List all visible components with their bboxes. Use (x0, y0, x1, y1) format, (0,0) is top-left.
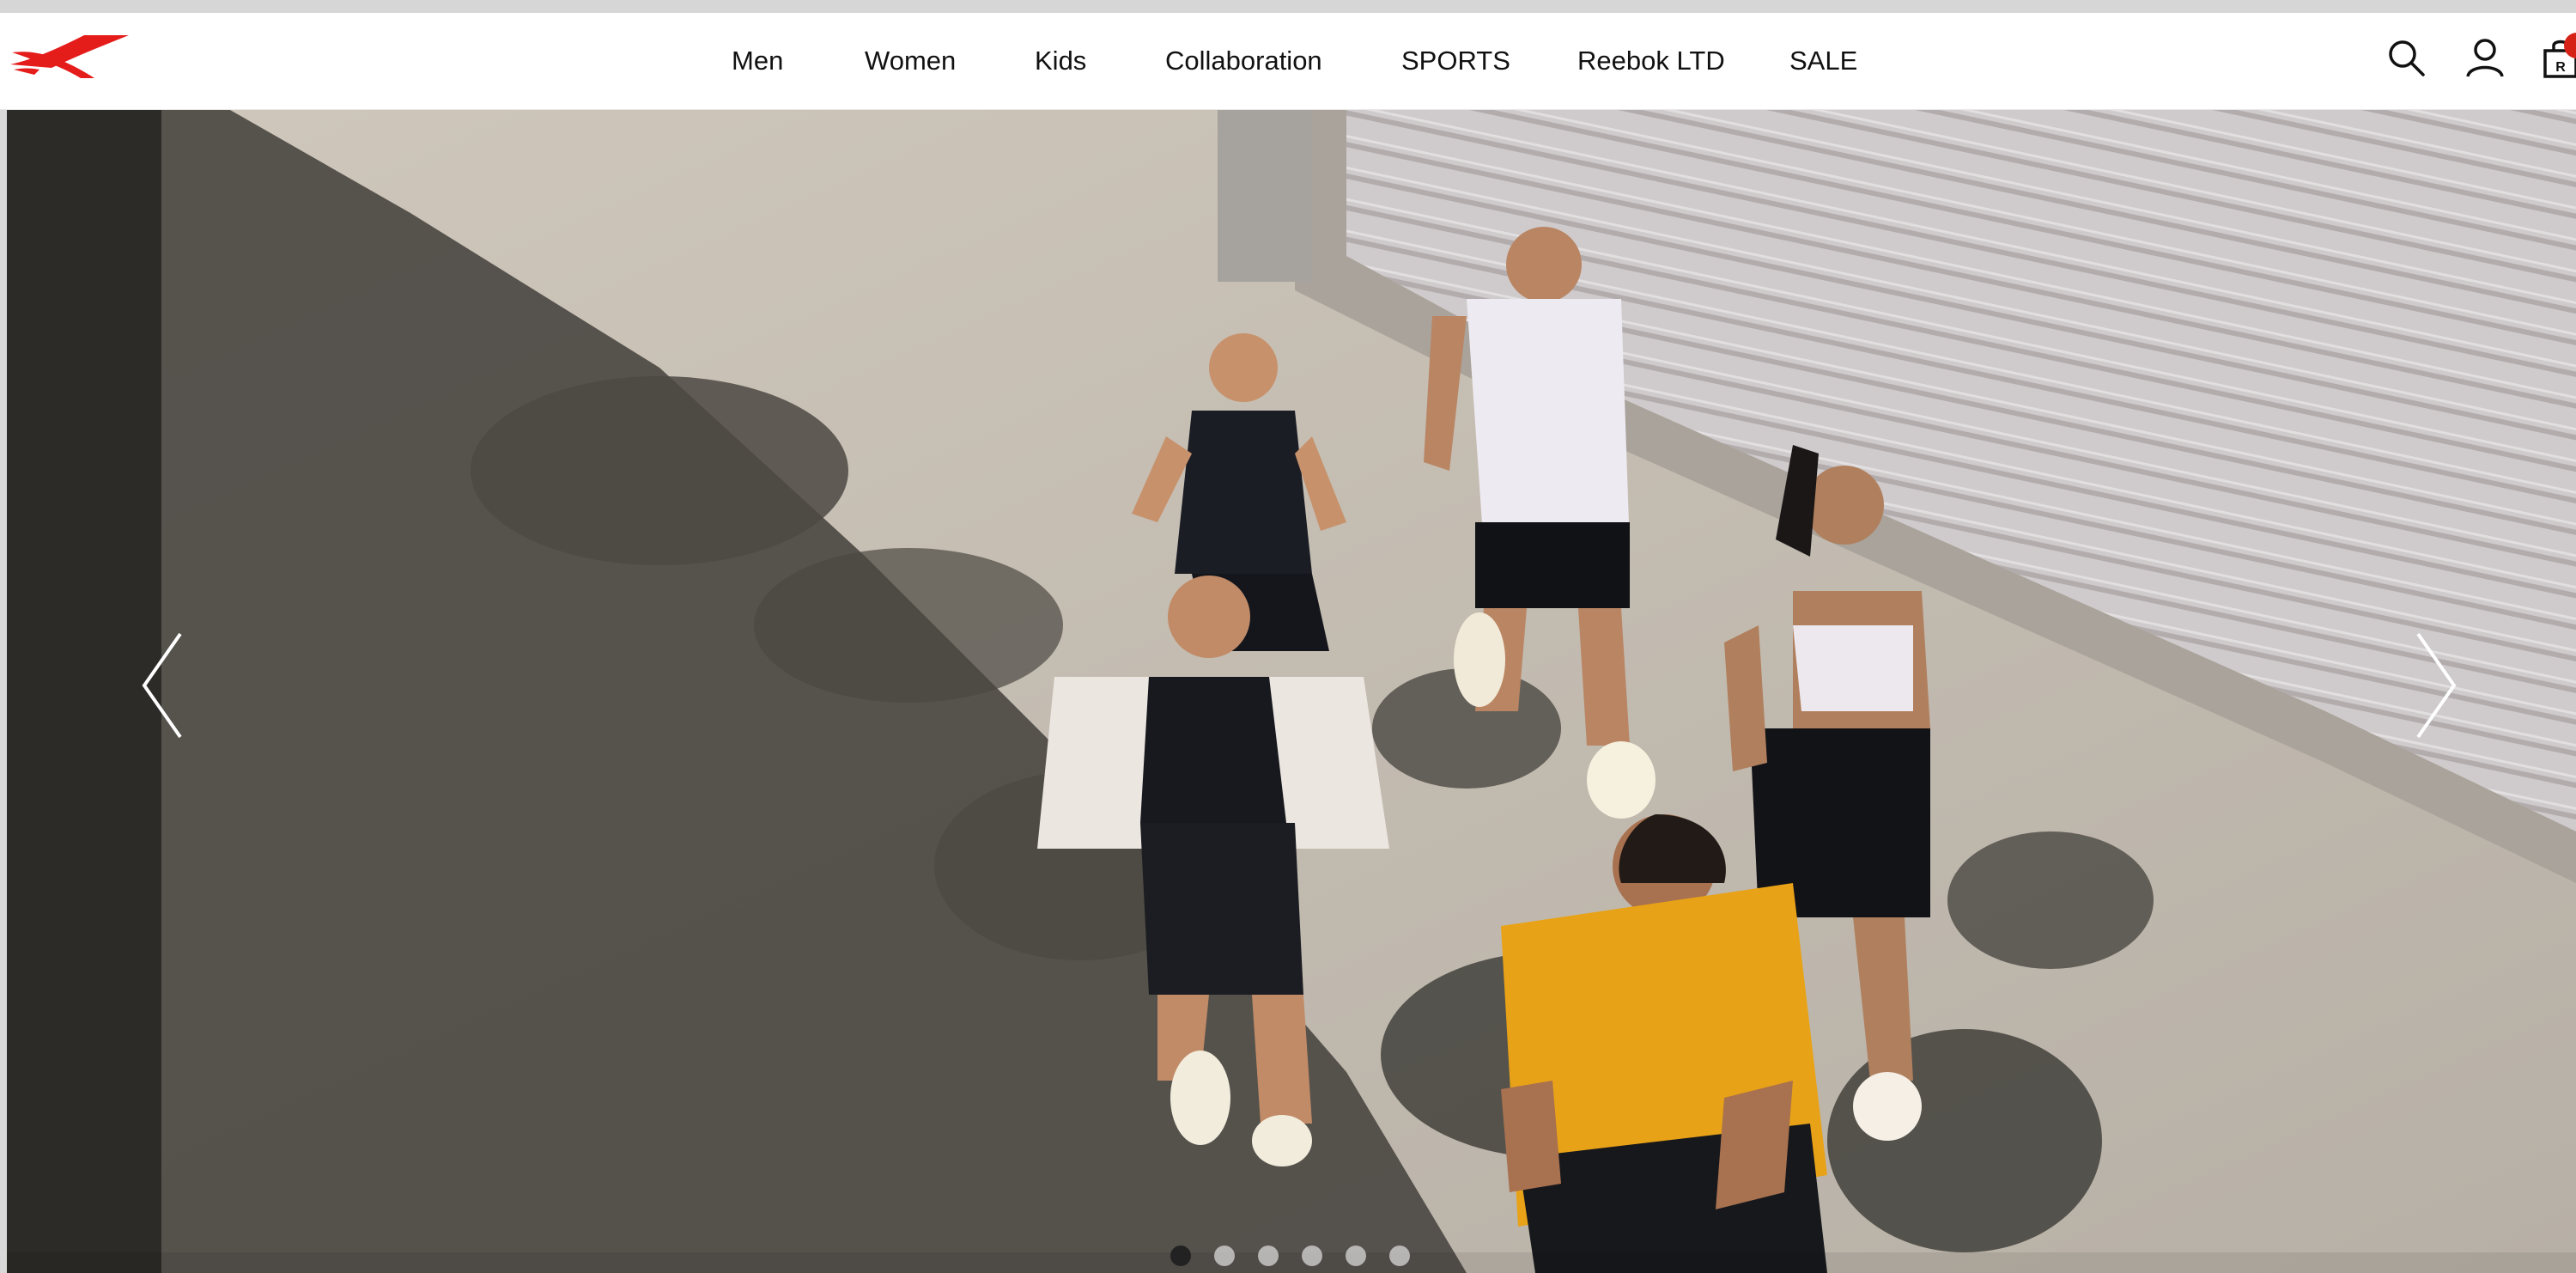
browser-top-strip (0, 0, 2576, 13)
carousel-dot-5[interactable] (1346, 1246, 1366, 1266)
nav-item-kids[interactable]: Kids (1035, 13, 1086, 109)
carousel-dot-4[interactable] (1302, 1246, 1322, 1266)
chevron-left-icon[interactable] (136, 617, 196, 763)
hero-photo (7, 110, 2576, 1273)
carousel-dot-6[interactable] (1389, 1246, 1410, 1266)
site-header: Men Women Kids Collaboration SPORTS Reeb… (0, 13, 2576, 110)
user-icon[interactable] (2464, 37, 2506, 78)
carousel-dot-2[interactable] (1214, 1246, 1235, 1266)
nav-item-collaboration[interactable]: Collaboration (1165, 13, 1322, 109)
nav-item-sale[interactable]: SALE (1789, 13, 1857, 109)
carousel-pagination (1170, 1246, 1428, 1268)
cart-bag-letter: R (2555, 60, 2566, 75)
nav-item-sports[interactable]: SPORTS (1401, 13, 1510, 109)
main-nav: Men Women Kids Collaboration SPORTS Reeb… (0, 13, 2576, 109)
post (1218, 110, 1312, 282)
search-icon[interactable] (2385, 37, 2427, 78)
carousel-dot-1[interactable] (1170, 1246, 1191, 1266)
nav-item-men[interactable]: Men (732, 13, 783, 109)
hero-carousel (7, 110, 2576, 1273)
chevron-right-icon[interactable] (2403, 617, 2463, 763)
nav-item-reebok-ltd[interactable]: Reebok LTD (1577, 13, 1725, 109)
carousel-dot-3[interactable] (1258, 1246, 1279, 1266)
nav-item-women[interactable]: Women (865, 13, 956, 109)
